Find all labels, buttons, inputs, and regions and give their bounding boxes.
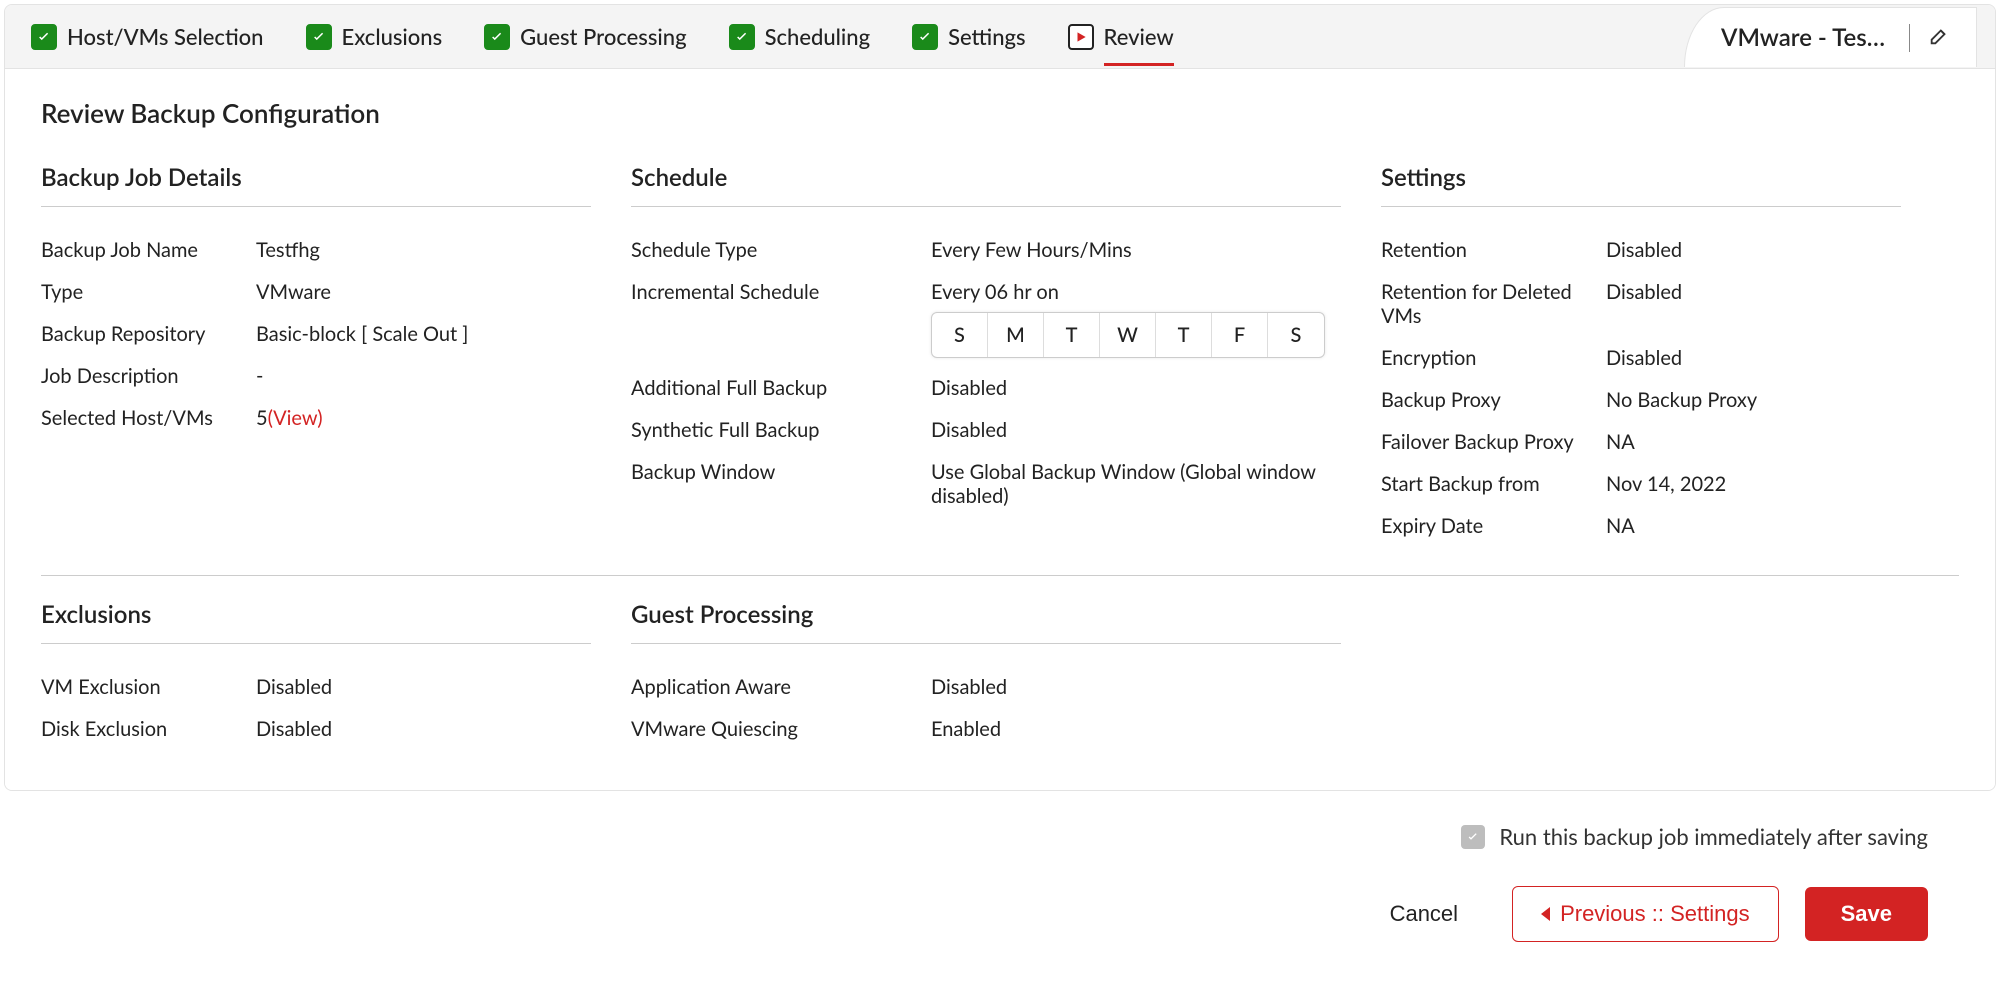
value-start-backup: Nov 14, 2022 [1606, 472, 1901, 496]
section-guest-processing: Guest Processing Application AwareDisabl… [631, 600, 1381, 750]
selected-count: 5 [256, 406, 268, 430]
value-disk-exclusion: Disabled [256, 717, 591, 741]
check-icon [912, 24, 938, 50]
value-job-description: - [256, 364, 591, 388]
step-settings[interactable]: Settings [912, 23, 1025, 50]
value-schedule-type: Every Few Hours/Mins [931, 238, 1341, 262]
run-immediately-label: Run this backup job immediately after sa… [1499, 823, 1928, 850]
section-settings: Settings RetentionDisabled Retention for… [1381, 163, 1941, 547]
value-failover-proxy: NA [1606, 430, 1901, 454]
job-title: VMware - Testf... [1721, 23, 1891, 52]
value-retention-deleted: Disabled [1606, 280, 1901, 304]
label-disk-exclusion: Disk Exclusion [41, 717, 256, 741]
view-link[interactable]: (View) [268, 406, 323, 430]
label-job-description: Job Description [41, 364, 256, 388]
day-t2: T [1156, 313, 1212, 357]
value-vmware-quiescing: Enabled [931, 717, 1341, 741]
job-title-tab: VMware - Testf... [1684, 7, 1977, 67]
value-application-aware: Disabled [931, 675, 1341, 699]
value-backup-proxy: No Backup Proxy [1606, 388, 1901, 412]
day-f: F [1212, 313, 1268, 357]
label-start-backup: Start Backup from [1381, 472, 1606, 496]
cancel-button[interactable]: Cancel [1362, 887, 1486, 941]
label-encryption: Encryption [1381, 346, 1606, 370]
value-incremental-schedule: Every 06 hr on S M T W T F S [931, 280, 1341, 358]
label-additional-full: Additional Full Backup [631, 376, 931, 400]
day-m: M [988, 313, 1044, 357]
check-icon [306, 24, 332, 50]
section-heading: Backup Job Details [41, 163, 591, 207]
section-exclusions: Exclusions VM ExclusionDisabled Disk Exc… [41, 600, 631, 750]
step-guest-processing[interactable]: Guest Processing [484, 23, 686, 50]
value-backup-repository: Basic-block [ Scale Out ] [256, 322, 591, 346]
check-icon [484, 24, 510, 50]
label-backup-job-name: Backup Job Name [41, 238, 256, 262]
label-selected-hosts: Selected Host/VMs [41, 406, 256, 430]
page-title: Review Backup Configuration [41, 97, 1959, 129]
label-vm-exclusion: VM Exclusion [41, 675, 256, 699]
step-host-vms[interactable]: Host/VMs Selection [31, 23, 264, 50]
day-t: T [1044, 313, 1100, 357]
divider [41, 575, 1959, 576]
label-retention: Retention [1381, 238, 1606, 262]
label-backup-proxy: Backup Proxy [1381, 388, 1606, 412]
label-backup-window: Backup Window [631, 460, 931, 484]
value-backup-job-name: Testfhg [256, 238, 591, 262]
value-synthetic-full: Disabled [931, 418, 1341, 442]
value-additional-full: Disabled [931, 376, 1341, 400]
label-vmware-quiescing: VMware Quiescing [631, 717, 931, 741]
label-type: Type [41, 280, 256, 304]
section-schedule: Schedule Schedule TypeEvery Few Hours/Mi… [631, 163, 1381, 547]
value-type: VMware [256, 280, 591, 304]
label-schedule-type: Schedule Type [631, 238, 931, 262]
value-vm-exclusion: Disabled [256, 675, 591, 699]
previous-label: Previous :: Settings [1560, 901, 1750, 927]
section-heading: Exclusions [41, 600, 591, 644]
day-s: S [932, 313, 988, 357]
step-review[interactable]: Review [1068, 23, 1174, 50]
play-icon [1068, 24, 1094, 50]
day-w: W [1100, 313, 1156, 357]
chevron-left-icon [1541, 907, 1550, 921]
label-synthetic-full: Synthetic Full Backup [631, 418, 931, 442]
check-icon [31, 24, 57, 50]
section-backup-job-details: Backup Job Details Backup Job NameTestfh… [41, 163, 631, 547]
edit-icon[interactable] [1928, 25, 1950, 51]
value-encryption: Disabled [1606, 346, 1901, 370]
run-immediately-checkbox[interactable] [1461, 825, 1485, 849]
value-selected-hosts: 5(View) [256, 406, 591, 430]
previous-button[interactable]: Previous :: Settings [1512, 886, 1779, 942]
step-exclusions[interactable]: Exclusions [306, 23, 443, 50]
day-s2: S [1268, 313, 1324, 357]
label-failover-proxy: Failover Backup Proxy [1381, 430, 1606, 454]
step-scheduling[interactable]: Scheduling [729, 23, 870, 50]
value-expiry-date: NA [1606, 514, 1901, 538]
days-of-week: S M T W T F S [931, 312, 1325, 358]
label-incremental-schedule: Incremental Schedule [631, 280, 931, 304]
save-button[interactable]: Save [1805, 887, 1928, 941]
label-retention-deleted: Retention for Deleted VMs [1381, 280, 1606, 328]
label-application-aware: Application Aware [631, 675, 931, 699]
incremental-text: Every 06 hr on [931, 280, 1341, 304]
label-expiry-date: Expiry Date [1381, 514, 1606, 538]
section-heading: Guest Processing [631, 600, 1341, 644]
divider [1909, 24, 1910, 52]
value-backup-window: Use Global Backup Window (Global window … [931, 460, 1341, 508]
wizard-steps-bar: Host/VMs Selection Exclusions Guest Proc… [5, 5, 1995, 69]
section-heading: Schedule [631, 163, 1341, 207]
label-backup-repository: Backup Repository [41, 322, 256, 346]
value-retention: Disabled [1606, 238, 1901, 262]
check-icon [729, 24, 755, 50]
section-heading: Settings [1381, 163, 1901, 207]
